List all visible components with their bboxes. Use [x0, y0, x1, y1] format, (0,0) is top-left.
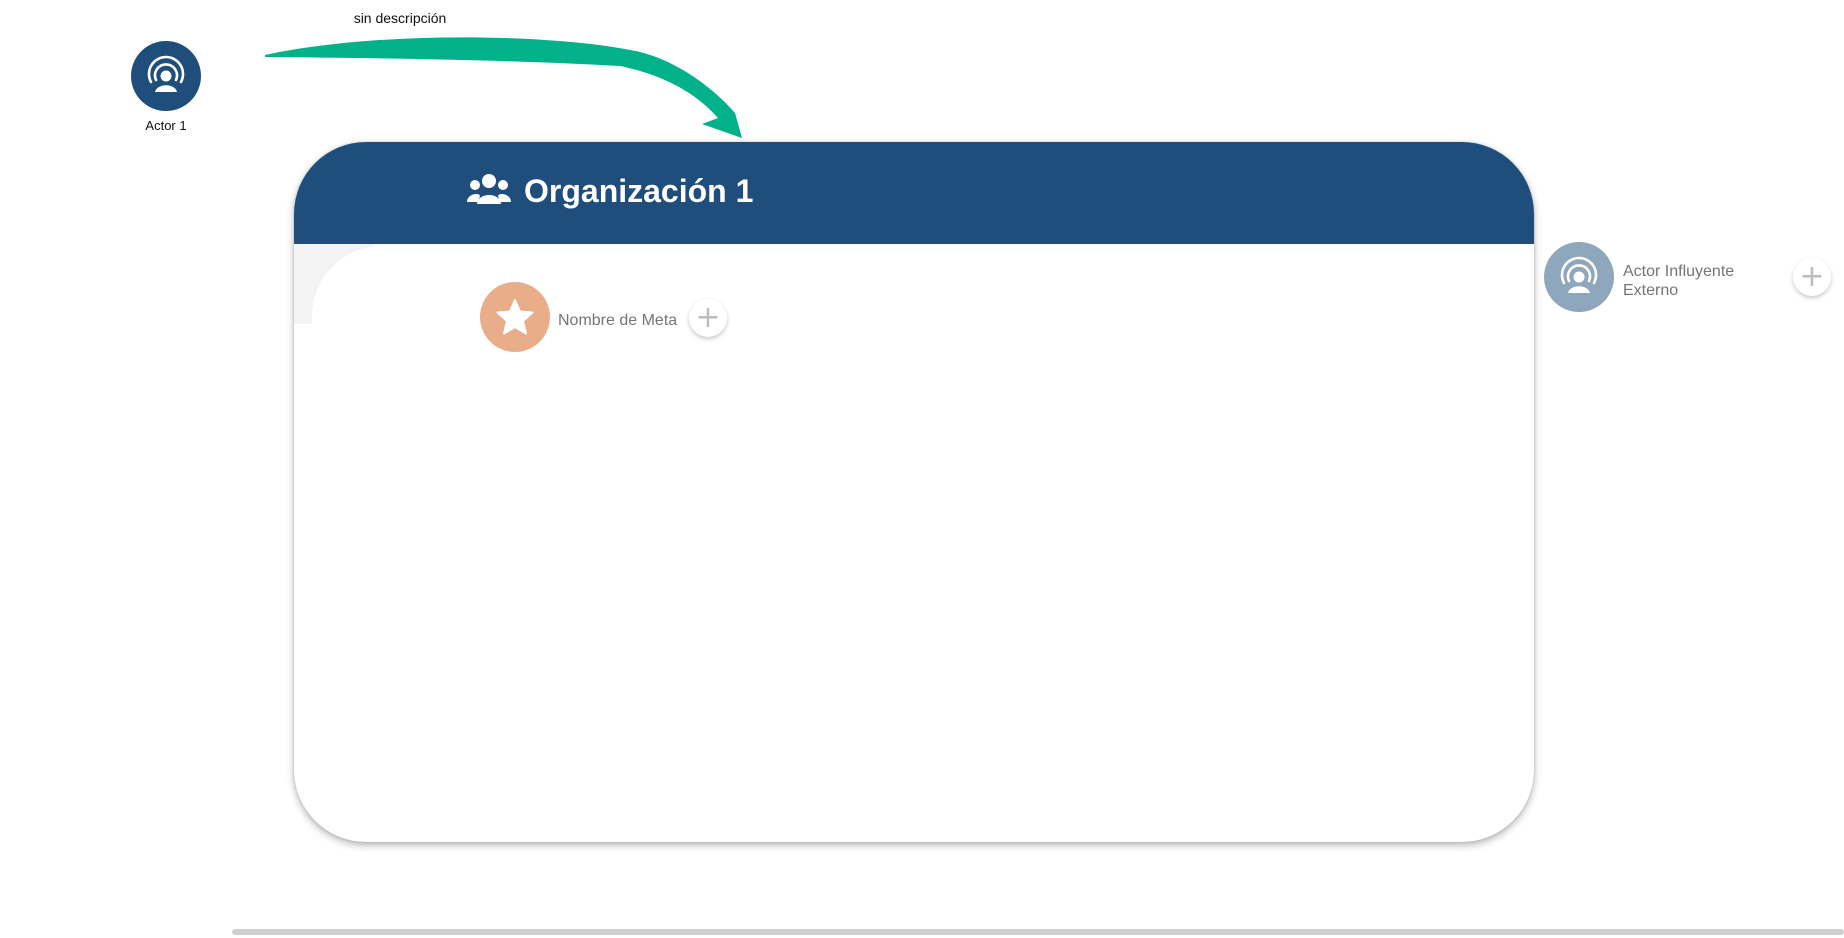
actor-broadcast-icon — [1560, 256, 1598, 293]
add-external-actor-button[interactable]: + — [1793, 258, 1831, 296]
organization-header[interactable]: Organización 1 — [294, 142, 1534, 244]
goal-label[interactable]: Nombre de Meta — [558, 312, 677, 330]
edge-arrow-path — [265, 37, 742, 138]
horizontal-scrollbar[interactable] — [232, 929, 1844, 935]
star-icon — [496, 299, 534, 335]
goal-node[interactable] — [480, 282, 550, 352]
edge-label[interactable]: sin descripción — [320, 10, 480, 26]
plus-icon: + — [695, 300, 721, 335]
actor-label: Actor 1 — [145, 118, 187, 133]
organization-boundary[interactable]: Organización 1 Nombre de Meta + — [294, 142, 1534, 842]
external-actor-node[interactable] — [1544, 242, 1614, 312]
organization-title[interactable]: Organización 1 — [524, 171, 753, 211]
actor-broadcast-icon — [147, 55, 185, 92]
group-users-icon — [467, 174, 511, 204]
actor-node[interactable] — [131, 41, 201, 111]
external-actor-label[interactable]: Actor Influyente Externo — [1623, 262, 1773, 300]
diagram-canvas: sin descripción Actor 1 Organización 1 N… — [0, 0, 1844, 938]
organization-body-corner — [312, 246, 472, 406]
add-goal-button[interactable]: + — [689, 299, 727, 337]
plus-icon: + — [1799, 259, 1825, 294]
